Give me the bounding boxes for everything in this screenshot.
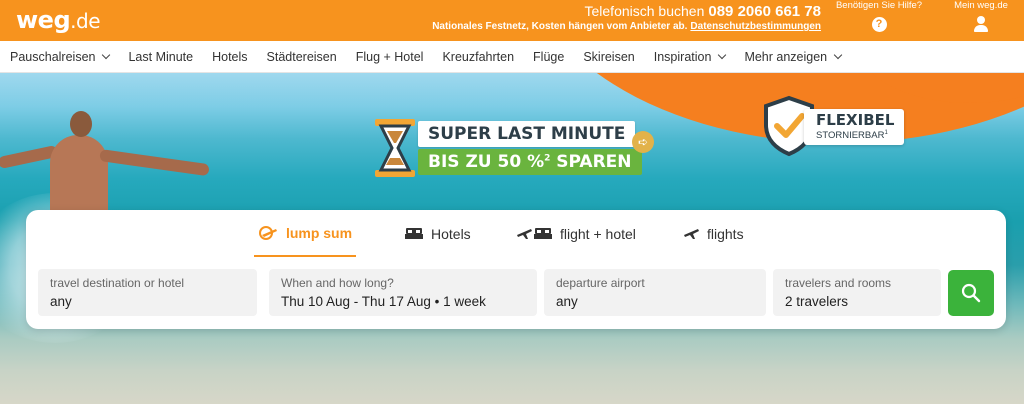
help-button[interactable]: Benötigen Sie Hilfe? ? bbox=[835, 0, 923, 32]
nav-item-inspiration[interactable]: Inspiration bbox=[654, 50, 727, 64]
dates-label: When and how long? bbox=[281, 276, 394, 290]
hourglass-icon bbox=[375, 119, 415, 177]
hero-image: SUPER LAST MINUTE BIS ZU 50 %2 SPAREN ➪ … bbox=[0, 73, 1024, 404]
plane-bed-icon bbox=[517, 227, 552, 239]
destination-label: travel destination or hotel bbox=[50, 276, 185, 290]
nav-item-mehr-anzeigen[interactable]: Mehr anzeigen bbox=[744, 50, 843, 64]
search-tabs: lump sum Hotels flight + hotel flights bbox=[26, 210, 1006, 257]
phone-note: Nationales Festnetz, Kosten hängen vom A… bbox=[432, 21, 821, 32]
nav-item-fluege[interactable]: Flüge bbox=[533, 50, 564, 64]
travelers-label: travelers and rooms bbox=[785, 276, 892, 290]
departure-airport-field[interactable]: departure airport any bbox=[544, 269, 766, 316]
destination-field[interactable]: travel destination or hotel any bbox=[38, 269, 257, 316]
user-icon bbox=[974, 16, 988, 32]
nav-item-flug-hotel[interactable]: Flug + Hotel bbox=[356, 50, 424, 64]
departure-airport-label: departure airport bbox=[556, 276, 645, 290]
plane-sun-icon bbox=[258, 225, 277, 240]
tab-lump-sum[interactable]: lump sum bbox=[254, 210, 356, 257]
badge-title: FLEXIBEL bbox=[816, 111, 895, 129]
question-icon: ? bbox=[871, 17, 887, 32]
chevron-down-icon bbox=[718, 50, 727, 59]
phone-label: Telefonisch buchen bbox=[584, 3, 705, 19]
phone-cost-note: Nationales Festnetz, Kosten hängen vom A… bbox=[432, 21, 688, 32]
promo-headline: SUPER LAST MINUTE bbox=[418, 121, 636, 147]
search-button[interactable] bbox=[948, 270, 994, 316]
phone-number[interactable]: 089 2060 661 78 bbox=[708, 3, 821, 20]
nav-item-kreuzfahrten[interactable]: Kreuzfahrten bbox=[442, 50, 514, 64]
search-icon bbox=[961, 283, 981, 303]
nav-item-staedtereisen[interactable]: Städtereisen bbox=[267, 50, 337, 64]
badge-text: FLEXIBEL STORNIERBAR1 bbox=[804, 109, 905, 146]
help-label: Benötigen Sie Hilfe? bbox=[835, 0, 923, 11]
badge-subtitle: STORNIERBAR1 bbox=[816, 130, 888, 142]
top-bar: weg.de Telefonisch buchen 089 2060 661 78… bbox=[0, 0, 1024, 41]
nav-item-hotels[interactable]: Hotels bbox=[212, 50, 247, 64]
logo[interactable]: weg.de bbox=[16, 6, 100, 34]
destination-value: any bbox=[50, 294, 72, 309]
travelers-field[interactable]: travelers and rooms 2 travelers bbox=[773, 269, 941, 316]
phone-booking: Telefonisch buchen 089 2060 661 78 bbox=[585, 3, 822, 20]
privacy-link[interactable]: Datenschutzbestimmungen bbox=[690, 21, 821, 32]
dates-value: Thu 10 Aug - Thu 17 Aug • 1 week bbox=[281, 294, 486, 309]
main-nav: Pauschalreisen Last Minute Hotels Städte… bbox=[0, 41, 1024, 73]
promo-discount: BIS ZU 50 %2 SPAREN bbox=[418, 149, 642, 175]
account-label: Mein weg.de bbox=[954, 0, 1008, 11]
travelers-value: 2 travelers bbox=[785, 294, 849, 309]
nav-item-pauschalreisen[interactable]: Pauschalreisen bbox=[10, 50, 111, 64]
plane-icon bbox=[684, 228, 699, 239]
chevron-down-icon bbox=[102, 50, 111, 59]
account-button[interactable]: Mein weg.de bbox=[948, 0, 1014, 32]
bed-icon bbox=[405, 227, 423, 239]
tab-flights[interactable]: flights bbox=[683, 210, 744, 257]
arrow-right-icon: ➪ bbox=[632, 131, 654, 153]
nav-item-skireisen[interactable]: Skireisen bbox=[583, 50, 634, 64]
tab-flight-hotel[interactable]: flight + hotel bbox=[516, 210, 636, 257]
nav-item-last-minute[interactable]: Last Minute bbox=[128, 50, 193, 64]
chevron-down-icon bbox=[833, 50, 843, 59]
tab-hotels[interactable]: Hotels bbox=[405, 210, 471, 257]
search-panel: lump sum Hotels flight + hotel flights t… bbox=[26, 210, 1006, 329]
departure-airport-value: any bbox=[556, 294, 578, 309]
dates-field[interactable]: When and how long? Thu 10 Aug - Thu 17 A… bbox=[269, 269, 537, 316]
